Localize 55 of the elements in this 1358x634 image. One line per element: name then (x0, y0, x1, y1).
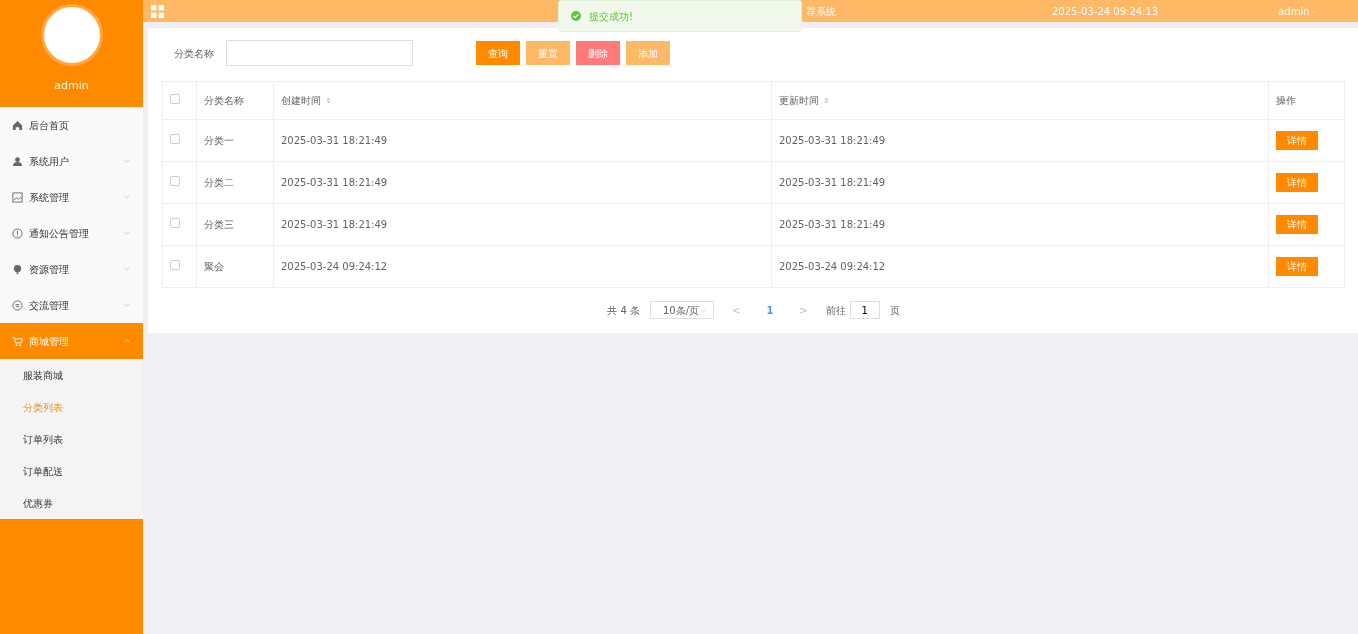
menu-item[interactable]: 交流管理 (0, 287, 143, 323)
user-name: admin (54, 78, 89, 94)
submenu-item[interactable]: 订单配送 (0, 455, 143, 487)
bulb-icon (12, 263, 23, 275)
table-cell: 2025-03-24 09:24:12 (281, 261, 388, 272)
row-checkbox[interactable] (170, 134, 180, 144)
table-cell: 2025-03-31 18:21:49 (779, 177, 886, 188)
home-icon (12, 119, 23, 131)
table-cell: 2025-03-31 18:21:49 (779, 135, 886, 146)
table-cell: 聚会 (204, 261, 224, 272)
submenu-item[interactable]: 订单列表 (0, 423, 143, 455)
total-count: 共 4 条 (607, 303, 640, 318)
search-field[interactable] (226, 40, 413, 66)
header-datetime: 2025-03-24 09:24:13 (1052, 4, 1159, 19)
toast-message: 提交成功! (589, 9, 633, 24)
app-title: 荐系统 (806, 4, 836, 19)
row-checkbox[interactable] (170, 218, 180, 228)
column-header: 分类名称 (204, 95, 244, 106)
info-icon (12, 227, 23, 239)
user-icon (12, 155, 23, 167)
menu-item[interactable]: 系统用户 (0, 143, 143, 179)
page-suffix: 页 (889, 303, 900, 318)
column-header: 操作 (1276, 95, 1296, 106)
table-cell: 2025-03-31 18:21:49 (281, 177, 388, 188)
table-cell: 2025-03-31 18:21:49 (281, 219, 388, 230)
menu-item[interactable]: 资源管理 (0, 251, 143, 287)
table-cell: 分类一 (204, 135, 234, 146)
field-label: 分类名称 (174, 46, 214, 61)
cart-icon (12, 335, 23, 347)
chat-icon (12, 299, 23, 311)
page-size-select[interactable]: 10条/页 (650, 301, 714, 319)
menu-item[interactable]: 系统管理 (0, 179, 143, 215)
table-cell: 2025-03-31 18:21:49 (779, 219, 886, 230)
row-checkbox[interactable] (170, 260, 180, 270)
menu-item[interactable]: 后台首页 (0, 107, 143, 143)
table-cell: 分类三 (204, 219, 234, 230)
sort-icon (823, 96, 830, 105)
column-header[interactable]: 更新时间 (779, 93, 830, 108)
page-input[interactable]: 1 (849, 301, 880, 319)
check-icon (571, 11, 581, 21)
image-icon (12, 191, 23, 203)
chevron-down-icon (700, 306, 707, 314)
chevron-down-icon (1309, 7, 1317, 15)
table-cell: 2025-03-31 18:21:49 (281, 135, 388, 146)
menu-item[interactable]: 通知公告管理 (0, 215, 143, 251)
table-cell: 分类二 (204, 177, 234, 188)
select-all-checkbox[interactable] (170, 94, 180, 104)
table-cell: 2025-03-24 09:24:12 (779, 261, 886, 272)
row-checkbox[interactable] (170, 176, 180, 186)
sort-icon (325, 96, 332, 105)
goto-label: 前往 (825, 303, 846, 318)
column-header[interactable]: 创建时间 (281, 93, 332, 108)
submenu-item[interactable]: 服装商城 (0, 359, 143, 391)
grid-icon (151, 4, 164, 18)
submenu-item[interactable]: 优惠券 (0, 487, 143, 519)
